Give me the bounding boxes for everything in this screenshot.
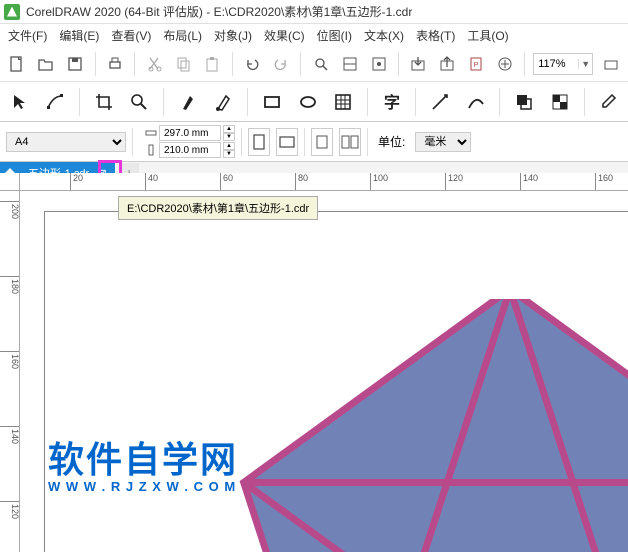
- cloud-button[interactable]: [493, 52, 516, 76]
- menu-view[interactable]: 查看(V): [111, 27, 151, 44]
- watermark-url: W W W . R J Z X W . C O M: [48, 479, 238, 494]
- paste-button[interactable]: [201, 52, 224, 76]
- zoom-tool[interactable]: [126, 88, 154, 116]
- width-up[interactable]: ▲: [223, 125, 235, 133]
- ruler-corner: [0, 173, 20, 191]
- ruler-h-tick: 80: [295, 173, 308, 191]
- menu-layout[interactable]: 布局(L): [163, 27, 202, 44]
- ruler-h-tick: 20: [70, 173, 83, 191]
- ruler-h-tick: 60: [220, 173, 233, 191]
- pentagon-shape[interactable]: [230, 299, 628, 552]
- tool-c-button[interactable]: [599, 52, 622, 76]
- artistic-tool[interactable]: [210, 88, 238, 116]
- redo-button[interactable]: [270, 52, 293, 76]
- titlebar: CorelDRAW 2020 (64-Bit 评估版) - E:\CDR2020…: [0, 0, 628, 24]
- publish-button[interactable]: P: [465, 52, 488, 76]
- print-button[interactable]: [103, 52, 126, 76]
- svg-text:字: 字: [384, 93, 400, 112]
- cut-button[interactable]: [143, 52, 166, 76]
- svg-text:P: P: [474, 62, 479, 69]
- ruler-v-tick: 200: [0, 201, 20, 219]
- menu-effects[interactable]: 效果(C): [264, 27, 305, 44]
- ruler-vertical: 200 180 160 140 120: [0, 191, 20, 552]
- ruler-h-tick: 120: [445, 173, 463, 191]
- app-icon: [4, 4, 20, 20]
- ruler-horizontal: 20 40 60 80 100 120 140 160: [20, 173, 628, 191]
- height-icon: [145, 144, 157, 156]
- zoom-input-group[interactable]: ▼: [533, 53, 593, 75]
- menu-object[interactable]: 对象(J): [214, 27, 252, 44]
- copy-button[interactable]: [172, 52, 195, 76]
- ellipse-tool[interactable]: [294, 88, 322, 116]
- open-button[interactable]: [35, 52, 58, 76]
- menu-bitmap[interactable]: 位图(I): [317, 27, 352, 44]
- standard-toolbar: P ▼: [0, 46, 628, 82]
- ruler-v-tick: 120: [0, 501, 20, 519]
- rectangle-tool[interactable]: [258, 88, 286, 116]
- undo-button[interactable]: [241, 52, 264, 76]
- zoom-input[interactable]: [534, 58, 578, 70]
- new-button[interactable]: [6, 52, 29, 76]
- export-button[interactable]: [436, 52, 459, 76]
- ruler-h-tick: 40: [145, 173, 158, 191]
- toolbox: 字: [0, 82, 628, 122]
- ruler-v-tick: 140: [0, 426, 20, 444]
- text-tool[interactable]: 字: [378, 88, 406, 116]
- connector-tool[interactable]: [462, 88, 490, 116]
- ruler-h-tick: 140: [520, 173, 538, 191]
- unit-label: 单位:: [378, 133, 405, 150]
- ruler-h-tick: 160: [595, 173, 613, 191]
- window-title: CorelDRAW 2020 (64-Bit 评估版) - E:\CDR2020…: [26, 3, 412, 20]
- page-dimensions: ▲▼ ▲▼: [145, 125, 235, 158]
- watermark: 软件自学网 W W W . R J Z X W . C O M: [48, 431, 238, 494]
- pages-facing[interactable]: [339, 128, 361, 156]
- shadow-tool[interactable]: [510, 88, 538, 116]
- save-button[interactable]: [64, 52, 87, 76]
- menu-file[interactable]: 文件(F): [8, 27, 47, 44]
- zoom-dropdown-icon[interactable]: ▼: [578, 59, 592, 69]
- eyedropper-tool[interactable]: [595, 88, 623, 116]
- menu-edit[interactable]: 编辑(E): [59, 27, 99, 44]
- tool-a-button[interactable]: [338, 52, 361, 76]
- freehand-tool[interactable]: [174, 88, 202, 116]
- tooltip: E:\CDR2020\素材\第1章\五边形-1.cdr: [118, 196, 318, 220]
- watermark-text: 软件自学网: [48, 431, 238, 483]
- tool-b-button[interactable]: [367, 52, 390, 76]
- height-up[interactable]: ▲: [223, 142, 235, 150]
- width-down[interactable]: ▼: [223, 133, 235, 141]
- dimension-tool[interactable]: [426, 88, 454, 116]
- ruler-v-tick: 160: [0, 351, 20, 369]
- page-height-input[interactable]: [159, 142, 221, 158]
- width-icon: [145, 127, 157, 139]
- ruler-h-tick: 100: [370, 173, 388, 191]
- menu-tools[interactable]: 工具(O): [467, 27, 508, 44]
- pick-tool[interactable]: [6, 88, 34, 116]
- page-width-input[interactable]: [159, 125, 221, 141]
- pages-single[interactable]: [311, 128, 333, 156]
- orientation-landscape[interactable]: [276, 128, 298, 156]
- menu-table[interactable]: 表格(T): [416, 27, 455, 44]
- menubar: 文件(F) 编辑(E) 查看(V) 布局(L) 对象(J) 效果(C) 位图(I…: [0, 24, 628, 46]
- ruler-v-tick: 180: [0, 276, 20, 294]
- polygon-tool[interactable]: [329, 88, 357, 116]
- height-down[interactable]: ▼: [223, 150, 235, 158]
- canvas-area[interactable]: 软件自学网 W W W . R J Z X W . C O M: [20, 191, 628, 552]
- property-bar: A4 ▲▼ ▲▼ 单位: 毫米: [0, 122, 628, 162]
- crop-tool[interactable]: [90, 88, 118, 116]
- menu-text[interactable]: 文本(X): [364, 27, 404, 44]
- import-button[interactable]: [407, 52, 430, 76]
- shape-tool[interactable]: [42, 88, 70, 116]
- search-button[interactable]: [309, 52, 332, 76]
- orientation-portrait[interactable]: [248, 128, 270, 156]
- unit-select[interactable]: 毫米: [415, 132, 471, 152]
- transparency-tool[interactable]: [546, 88, 574, 116]
- paper-size-select[interactable]: A4: [6, 132, 126, 152]
